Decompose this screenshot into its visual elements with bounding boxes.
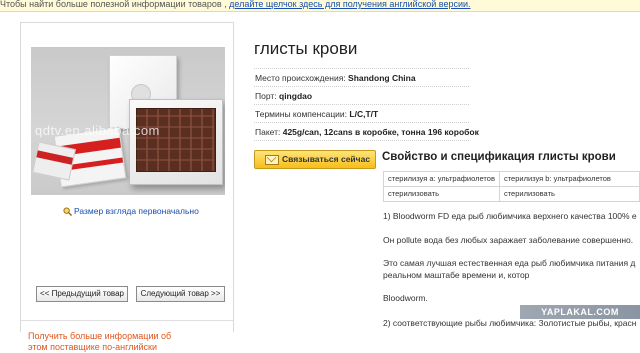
specs-title: Свойство и спецификация глисты крови — [382, 151, 616, 163]
table-row: стерилизуя a: ультрафиолетов стерилизуя … — [383, 171, 640, 187]
attribute-package: Пакет: 425g/can, 12cans в коробке, тонна… — [255, 127, 479, 137]
divider — [254, 140, 469, 141]
attribute-value: L/C,T/T — [349, 109, 379, 119]
box-body-graphic — [129, 99, 223, 185]
table-cell: стерилизовать — [498, 186, 640, 202]
spec-paragraph: Это самая лучшая естественная еда рыб лю… — [383, 258, 636, 268]
divider — [254, 122, 469, 123]
contact-button-label: Связываться сейчас — [282, 154, 371, 164]
product-image[interactable]: qdtv.en.alibaba.com — [31, 47, 225, 195]
zoom-link-label: Размер взгляда первоначально — [74, 206, 199, 216]
zoom-original-link[interactable]: Размер взгляда первоначально — [63, 206, 199, 216]
attribute-label: Место происхождения: — [255, 73, 349, 83]
notice-text: Чтобы найти больше полезной информации т… — [0, 0, 230, 9]
english-version-link[interactable]: делайте щелчок здесь для получения англи… — [229, 0, 470, 9]
spec-paragraph: реальном маштабе времени и, котор — [383, 270, 530, 280]
product-image-panel: qdtv.en.alibaba.com Размер взгляда перво… — [20, 22, 234, 352]
spec-paragraph: Bloodworm. — [383, 293, 428, 303]
attribute-port: Порт: qingdao — [255, 91, 312, 101]
product-title: глисты крови — [254, 39, 358, 58]
table-cell: стерилизуя b: ультрафиолетов — [498, 171, 640, 187]
table-cell: стерилизуя a: ультрафиолетов — [383, 171, 500, 187]
image-watermark: qdtv.en.alibaba.com — [35, 123, 160, 138]
contact-now-button[interactable]: Связываться сейчас — [254, 150, 376, 169]
language-notice: Чтобы найти больше полезной информации т… — [0, 0, 471, 9]
divider — [254, 104, 469, 105]
attribute-label: Пакет: — [255, 127, 283, 137]
language-notice-bar: Чтобы найти больше полезной информации т… — [0, 0, 640, 12]
previous-product-button[interactable]: << Предыдущий товар — [36, 286, 128, 302]
divider — [254, 86, 469, 87]
attribute-value: Shandong China — [348, 73, 416, 83]
table-cell: стерилизовать — [383, 186, 500, 202]
envelope-icon — [265, 155, 279, 165]
specs-table: стерилизуя a: ультрафиолетов стерилизуя … — [383, 171, 640, 202]
magnifier-icon — [63, 206, 72, 216]
site-watermark: YAPLAKAL.COM — [520, 305, 640, 319]
spec-paragraph: 1) Bloodworm FD еда рыб любимчика верхне… — [383, 211, 637, 221]
attribute-value: 425g/can, 12cans в коробке, тонна 196 ко… — [282, 127, 479, 137]
table-row: стерилизовать стерилизовать — [383, 186, 640, 202]
attribute-value: qingdao — [279, 91, 313, 101]
attribute-payment-terms: Термины компенсации: L/C,T/T — [255, 109, 378, 119]
attribute-label: Термины компенсации: — [255, 109, 350, 119]
next-product-button[interactable]: Следующий товар >> — [136, 286, 225, 302]
supplier-english-info-link[interactable]: Получить больше информации об этом поста… — [28, 331, 188, 353]
attribute-origin: Место происхождения: Shandong China — [255, 73, 416, 83]
divider — [254, 68, 469, 69]
more-info-section: Получить больше информации об этом поста… — [21, 320, 233, 352]
packet-graphic — [32, 141, 76, 181]
attribute-label: Порт: — [255, 91, 279, 101]
spec-paragraph: Он pollute вода без любых заражает забол… — [383, 235, 634, 245]
